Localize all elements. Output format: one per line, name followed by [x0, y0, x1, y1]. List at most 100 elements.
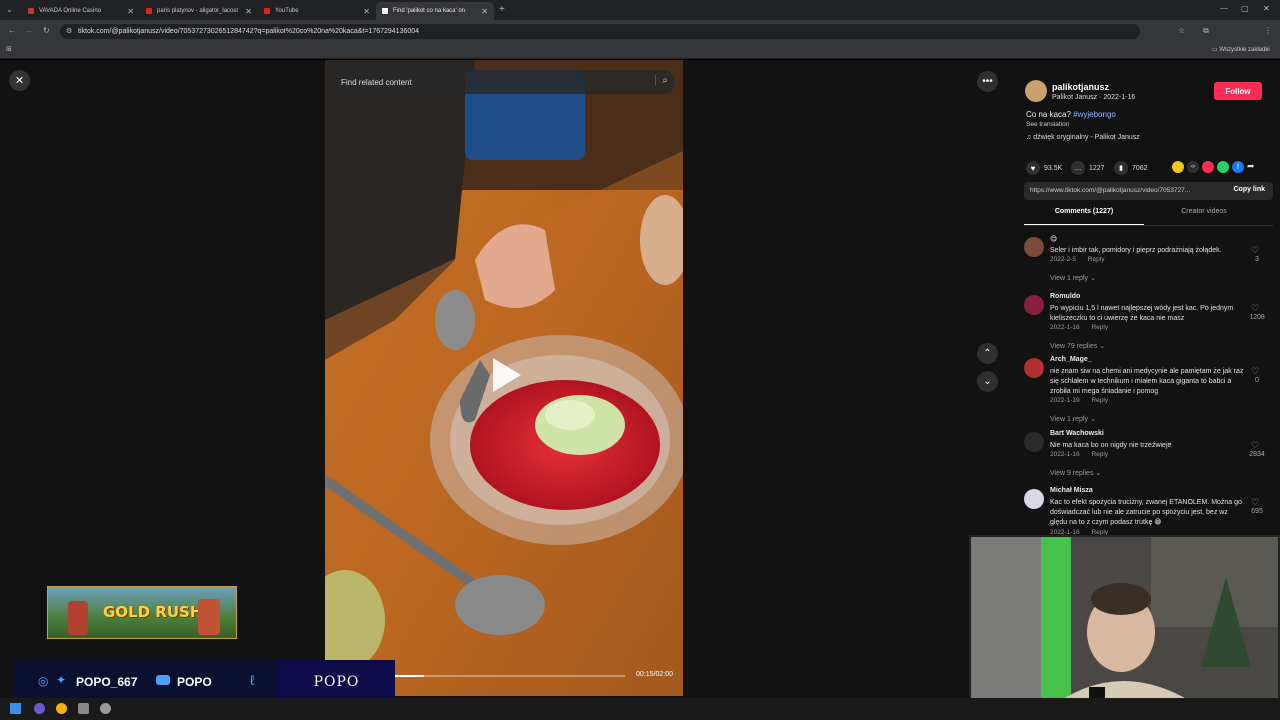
more-dots-icon: ••• — [982, 76, 993, 87]
close-tab-icon[interactable]: ✕ — [245, 7, 252, 16]
comment-text: Kac to efekt spożycia trucizny, zwanej E… — [1050, 499, 1242, 526]
heart-outline-icon[interactable]: ♡ — [1251, 440, 1259, 451]
tab-vavada[interactable]: VAVADA Online Casino ✕ — [22, 2, 140, 20]
tab-paris[interactable]: paris platynov - aligator_lacost ✕ — [140, 2, 258, 20]
view-replies-button[interactable]: View 9 replies ⌄ — [1050, 469, 1101, 477]
bookmark-star-icon[interactable]: ☆ — [1178, 26, 1185, 35]
back-icon[interactable]: ← — [8, 26, 16, 35]
extensions-icon[interactable]: ⧉ — [1203, 26, 1209, 36]
new-tab-icon[interactable]: + — [499, 4, 505, 15]
search-placeholder: Find related content — [341, 77, 412, 87]
commenter-avatar[interactable] — [1024, 432, 1044, 452]
send-icon[interactable] — [1202, 161, 1214, 173]
menu-kebab-icon[interactable]: ⋮ — [1264, 26, 1272, 35]
social-handle: POPO_667 — [76, 675, 138, 689]
play-icon[interactable] — [493, 358, 521, 392]
reload-icon[interactable]: ↻ — [43, 26, 50, 35]
comment-action[interactable]: … 1227 — [1071, 161, 1105, 175]
commenter-avatar[interactable] — [1024, 295, 1044, 315]
video-player[interactable]: 00:15/02:00 — [325, 60, 683, 696]
sound-row[interactable]: ♫ dźwięk oryginalny - Palikot Janusz — [1026, 134, 1140, 141]
maximize-icon[interactable]: ▢ — [1241, 4, 1249, 13]
app-icon[interactable] — [34, 703, 45, 714]
tab-list-icon[interactable]: ⌄ — [6, 5, 13, 14]
heart-outline-icon[interactable]: ♡ — [1251, 303, 1259, 314]
view-replies-button[interactable]: View 1 reply ⌄ — [1050, 274, 1096, 282]
facebook-icon[interactable]: f — [1232, 161, 1244, 173]
reply-button[interactable]: Reply — [1091, 397, 1108, 404]
heart-icon: ♥ — [1026, 161, 1040, 175]
tab-creator-videos[interactable]: Creator videos — [1144, 208, 1264, 225]
tab-label: VAVADA Online Casino — [39, 8, 102, 14]
commenter-name[interactable]: Arch_Mage_ — [1050, 356, 1092, 363]
related-search-input[interactable]: Find related content ⌕ — [333, 70, 675, 94]
chrome-icon[interactable] — [56, 703, 67, 714]
search-icon[interactable]: ⌕ — [655, 75, 668, 86]
close-tab-icon[interactable]: ✕ — [127, 7, 134, 16]
hashtag-link[interactable]: #wyjebongo — [1073, 110, 1116, 119]
comment-text: Seler i imbir tak, pomidory i pieprz pod… — [1050, 247, 1222, 254]
save-count: 7062 — [1132, 164, 1148, 172]
tab-comments[interactable]: Comments (1227) — [1024, 208, 1144, 225]
commenter-avatar[interactable] — [1024, 358, 1044, 378]
comment-like-count: 2834 — [1249, 451, 1265, 458]
commenter-name[interactable]: Bart Wachowski — [1050, 430, 1104, 437]
tab-tiktok[interactable]: Find 'palikot co na kaca' on ✕ — [376, 2, 494, 20]
close-video-button[interactable]: ✕ — [9, 70, 30, 91]
heart-outline-icon[interactable]: ♡ — [1251, 497, 1259, 508]
copy-link-button[interactable]: Copy link — [1233, 186, 1265, 193]
apps-icon[interactable]: ⊞ — [6, 45, 12, 53]
commenter-name[interactable]: 😋 — [1050, 235, 1057, 243]
commenter-avatar[interactable] — [1024, 489, 1044, 509]
reply-button[interactable]: Reply — [1091, 451, 1108, 458]
caption: Co na kaca? #wyjebongo — [1026, 110, 1116, 119]
emoji-share-icon[interactable] — [1172, 161, 1184, 173]
app-icon[interactable] — [78, 703, 89, 714]
video-time: 00:15/02:00 — [636, 671, 673, 678]
windows-start-icon[interactable] — [10, 703, 21, 714]
comment-item: 😋 Seler i imbir tak, pomidory i pieprz p… — [1024, 235, 1273, 295]
more-options-button[interactable]: ••• — [977, 71, 998, 92]
follow-button[interactable]: Follow — [1214, 82, 1262, 100]
author-avatar[interactable] — [1025, 80, 1047, 102]
chevron-down-icon: ⌄ — [1089, 275, 1096, 282]
commenter-avatar[interactable] — [1024, 237, 1044, 257]
comment-date: 2022-1-16 — [1050, 451, 1080, 458]
close-window-icon[interactable]: ✕ — [1263, 4, 1270, 13]
reply-button[interactable]: Reply — [1091, 324, 1108, 331]
like-action[interactable]: ♥ 93.5K — [1026, 161, 1062, 175]
close-icon: ✕ — [14, 75, 25, 87]
browser-tab-bar: ⌄ VAVADA Online Casino ✕ paris platynov … — [0, 0, 1280, 20]
minimize-icon[interactable]: — — [1220, 4, 1228, 13]
embed-icon[interactable]: ‹› — [1187, 161, 1199, 173]
chevron-up-icon: ⌃ — [983, 348, 992, 359]
chevron-down-icon: ⌄ — [983, 376, 992, 387]
youtube-channel-name: POPO — [177, 675, 212, 689]
commenter-name[interactable]: Romuldo — [1050, 293, 1080, 300]
author-username[interactable]: palikotjanusz — [1052, 82, 1109, 92]
link-box: https://www.tiktok.com/@palikotjanusz/vi… — [1024, 182, 1273, 200]
all-bookmarks-folder[interactable]: ▭ Wszystkie zakładki — [1212, 46, 1270, 53]
site-info-icon[interactable]: ⚙ — [66, 27, 72, 35]
bookmark-icon: ▮ — [1114, 161, 1128, 175]
commenter-name[interactable]: Michał Misza — [1050, 487, 1093, 494]
view-replies-button[interactable]: View 1 reply ⌄ — [1050, 415, 1096, 423]
previous-video-button[interactable]: ⌃ — [977, 343, 998, 364]
whatsapp-icon[interactable] — [1217, 161, 1229, 173]
reply-button[interactable]: Reply — [1088, 256, 1105, 263]
view-replies-button[interactable]: View 79 replies ⌄ — [1050, 342, 1105, 350]
app-icon[interactable] — [100, 703, 111, 714]
progress-track[interactable] — [395, 675, 625, 677]
follow-label: Follow — [1225, 86, 1251, 96]
heart-outline-icon[interactable]: ♡ — [1251, 366, 1259, 377]
next-video-button[interactable]: ⌄ — [977, 371, 998, 392]
close-tab-icon[interactable]: ✕ — [481, 7, 488, 16]
url-input[interactable]: tiktok.com/@palikotjanusz/video/70537273… — [60, 24, 1140, 39]
forward-icon[interactable]: → — [25, 26, 33, 35]
tab-youtube[interactable]: YouTube ✕ — [258, 2, 376, 20]
save-action[interactable]: ▮ 7062 — [1114, 161, 1148, 175]
see-translation-link[interactable]: See translation — [1026, 121, 1069, 128]
share-arrow-icon[interactable]: ➦ — [1247, 161, 1255, 173]
close-tab-icon[interactable]: ✕ — [363, 7, 370, 16]
heart-outline-icon[interactable]: ♡ — [1251, 245, 1259, 256]
